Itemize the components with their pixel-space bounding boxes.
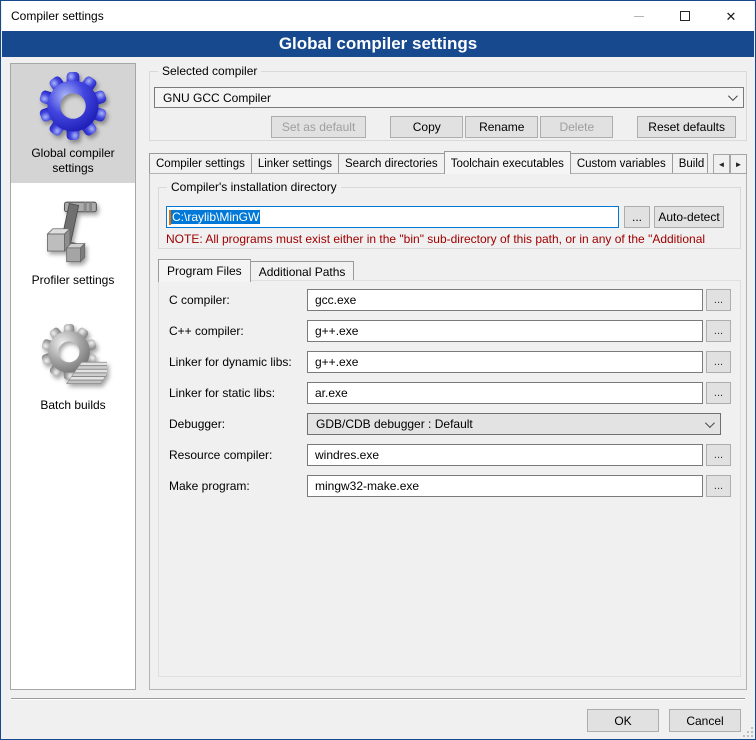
sidebar: Global compiler settings Profiler settin…: [10, 63, 136, 690]
tab-search-directories[interactable]: Search directories: [338, 153, 445, 174]
field-label: C++ compiler:: [169, 324, 244, 338]
field-label: Resource compiler:: [169, 448, 272, 462]
sidebar-item-label: Global compiler settings: [13, 146, 133, 176]
copy-button[interactable]: Copy: [390, 116, 463, 138]
close-button[interactable]: ✕: [708, 1, 754, 31]
program-files-subtabs: Program Files Additional Paths: [158, 258, 353, 281]
chevron-down-icon: [705, 418, 715, 428]
tab-linker-settings[interactable]: Linker settings: [251, 153, 339, 174]
field-label: Debugger:: [169, 417, 225, 431]
installation-directory-row: C:\raylib\MinGW ... Auto-detect: [159, 206, 740, 228]
bin-subdirectory-note: NOTE: All programs must exist either in …: [166, 232, 738, 246]
set-as-default-button[interactable]: Set as default: [271, 116, 366, 138]
program-files-pane: C compiler: ... C++ compiler: ... Linker…: [158, 280, 741, 677]
field-label: Linker for static libs:: [169, 386, 275, 400]
toolchain-field-row: C compiler: ...: [159, 289, 740, 311]
tab-custom-variables[interactable]: Custom variables: [570, 153, 673, 174]
installation-directory-group: Compiler's installation directory C:\ray…: [158, 187, 741, 249]
tab-label: Compiler settings: [156, 158, 245, 170]
content-area: Selected compiler GNU GCC Compiler Set a…: [149, 63, 749, 690]
installation-directory-input[interactable]: C:\raylib\MinGW: [166, 206, 619, 228]
sidebar-item-global-compiler-settings[interactable]: Global compiler settings: [11, 64, 135, 183]
compiler-select-value: GNU GCC Compiler: [163, 91, 728, 105]
linker-for-static-libs-input[interactable]: [307, 382, 703, 404]
toolchain-field-row: Debugger: GDB/CDB debugger : Default: [159, 413, 740, 435]
compiler-action-buttons: Set as default CopyRenameDelete Reset defa…: [150, 116, 736, 138]
tab-compiler-settings[interactable]: Compiler settings: [149, 153, 252, 174]
c++-compiler-browse-button[interactable]: ...: [706, 320, 731, 342]
close-icon: ✕: [726, 10, 737, 23]
resource-compiler-browse-button[interactable]: ...: [706, 444, 731, 466]
installation-directory-browse-button[interactable]: ...: [624, 206, 650, 228]
tab-build[interactable]: Build: [672, 153, 708, 174]
rename-button[interactable]: Rename: [465, 116, 538, 138]
subtab-label: Program Files: [167, 264, 242, 278]
maximize-button[interactable]: [662, 1, 708, 31]
tab-label: Toolchain executables: [451, 158, 564, 170]
debugger-select[interactable]: GDB/CDB debugger : Default: [307, 413, 721, 435]
toolchain-field-row: Resource compiler: ...: [159, 444, 740, 466]
ok-button[interactable]: OK: [587, 709, 659, 732]
tab-label: Linker settings: [258, 158, 332, 170]
window-controls: ✕: [616, 1, 754, 31]
footer-separator: [11, 698, 745, 700]
field-select-value: GDB/CDB debugger : Default: [316, 417, 705, 431]
selected-compiler-group: Selected compiler GNU GCC Compiler Set a…: [149, 71, 747, 141]
linker-for-dynamic-libs-input[interactable]: [307, 351, 703, 373]
installation-directory-group-label: Compiler's installation directory: [167, 180, 341, 194]
compiler-settings-window: Compiler settings ✕ Global compiler sett…: [0, 0, 756, 740]
caliper-icon: [39, 199, 107, 267]
page-title: Global compiler settings: [2, 31, 754, 57]
sidebar-item-profiler-settings[interactable]: Profiler settings: [11, 183, 135, 303]
c++-compiler-input[interactable]: [307, 320, 703, 342]
sidebar-item-batch-builds[interactable]: Batch builds: [11, 303, 135, 434]
field-label: Make program:: [169, 479, 250, 493]
make-program-browse-button[interactable]: ...: [706, 475, 731, 497]
subtab-label: Additional Paths: [259, 265, 346, 279]
c-compiler-input[interactable]: [307, 289, 703, 311]
linker-for-dynamic-libs-browse-button[interactable]: ...: [706, 351, 731, 373]
resize-grip-icon[interactable]: [747, 731, 749, 733]
minimize-button[interactable]: [616, 1, 662, 31]
reset-defaults-button[interactable]: Reset defaults: [637, 116, 736, 138]
maximize-icon: [680, 11, 690, 21]
tab-toolchain-executables[interactable]: Toolchain executables: [444, 151, 571, 174]
toolchain-field-row: Linker for dynamic libs: ...: [159, 351, 740, 373]
minimize-icon: [634, 16, 644, 17]
cancel-button[interactable]: Cancel: [669, 709, 741, 732]
installation-directory-value: C:\raylib\MinGW: [171, 210, 260, 224]
compiler-select[interactable]: GNU GCC Compiler: [154, 87, 744, 108]
resource-compiler-input[interactable]: [307, 444, 703, 466]
field-label: Linker for dynamic libs:: [169, 355, 292, 369]
tab-scroll-left-button[interactable]: ◄: [713, 154, 730, 174]
delete-button[interactable]: Delete: [540, 116, 613, 138]
tab-label: Build: [679, 158, 705, 170]
auto-detect-button[interactable]: Auto-detect: [654, 206, 724, 228]
toolchain-field-row: Linker for static libs: ...: [159, 382, 740, 404]
gray-gear-stack-icon: [39, 324, 107, 392]
chevron-down-icon: [728, 91, 738, 101]
window-title: Compiler settings: [2, 9, 104, 23]
subtab-program-files[interactable]: Program Files: [158, 259, 251, 282]
tab-scroll-arrows: ◄ ►: [713, 154, 747, 174]
toolchain-executables-pane: Compiler's installation directory C:\ray…: [149, 173, 747, 690]
sidebar-item-label: Batch builds: [40, 398, 105, 413]
toolchain-field-row: C++ compiler: ...: [159, 320, 740, 342]
c-compiler-browse-button[interactable]: ...: [706, 289, 731, 311]
main-tabs: Compiler settings Linker settings Search d…: [149, 150, 747, 174]
tab-scroll-right-button[interactable]: ►: [730, 154, 747, 174]
blue-gear-icon: [39, 72, 107, 140]
toolchain-field-row: Make program: ...: [159, 475, 740, 497]
tab-label: Custom variables: [577, 158, 666, 170]
field-label: C compiler:: [169, 293, 230, 307]
footer-buttons: OK Cancel: [587, 709, 741, 732]
titlebar: Compiler settings ✕: [2, 1, 754, 31]
sidebar-item-label: Profiler settings: [32, 273, 115, 288]
selected-compiler-group-label: Selected compiler: [158, 64, 261, 78]
subtab-additional-paths[interactable]: Additional Paths: [250, 261, 355, 281]
tab-label: Search directories: [345, 158, 438, 170]
linker-for-static-libs-browse-button[interactable]: ...: [706, 382, 731, 404]
make-program-input[interactable]: [307, 475, 703, 497]
